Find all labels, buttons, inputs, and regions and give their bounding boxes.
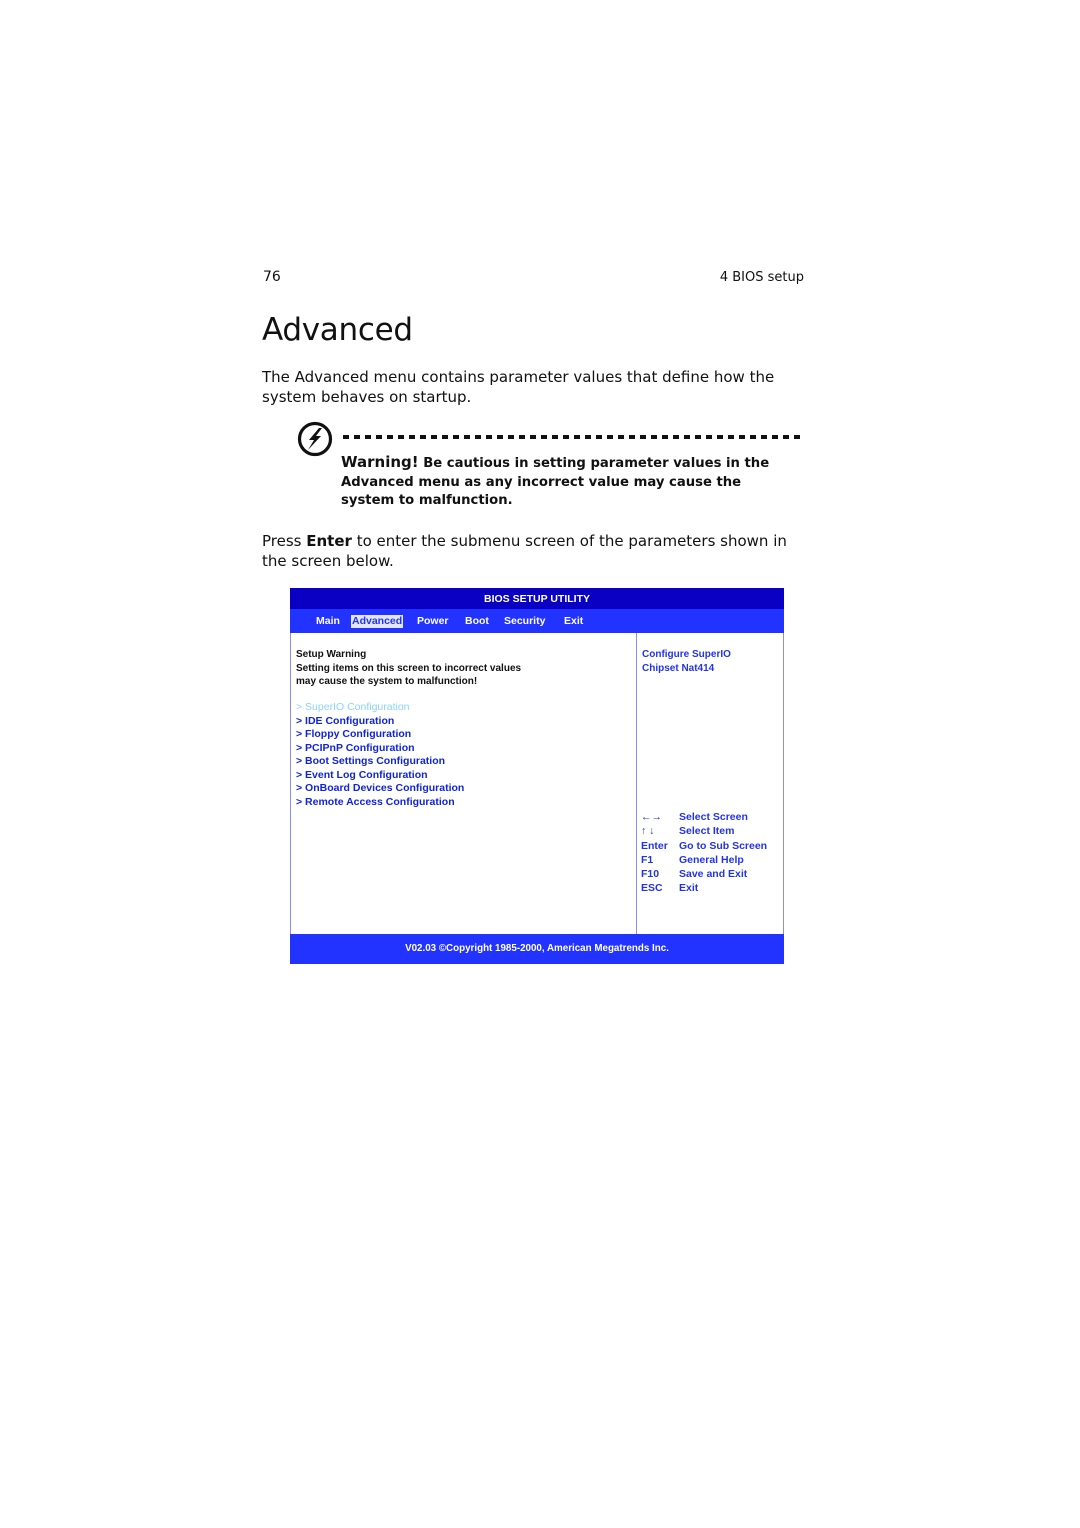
menu-item-superio[interactable]: > SuperIO Configuration <box>296 701 464 715</box>
menu-item-onboard-devices[interactable]: > OnBoard Devices Configuration <box>296 782 464 796</box>
key-action: Save and Exit <box>679 868 748 881</box>
key-action: Select Item <box>679 825 735 838</box>
key-action: Exit <box>679 882 699 895</box>
bios-column-divider <box>636 633 637 934</box>
press-pre: Press <box>262 532 307 550</box>
menu-item-remote-access[interactable]: > Remote Access Configuration <box>296 796 464 810</box>
press-enter-instruction: Press Enter to enter the submenu screen … <box>262 531 807 571</box>
up-down-arrow-icon: ↑ ↓ <box>641 825 655 838</box>
enter-key-label: Enter <box>306 532 352 550</box>
key-legend-row: Enter Go to Sub Screen <box>641 839 767 853</box>
help-line: Chipset Nat414 <box>642 662 715 674</box>
warning-lead: Warning! <box>341 453 419 471</box>
page-number: 76 <box>263 269 281 285</box>
key-name: Enter <box>641 839 668 852</box>
intro-paragraph: The Advanced menu contains parameter val… <box>262 368 775 406</box>
lightning-warning-icon <box>297 421 333 457</box>
key-legend: ←→ Select Screen ↑ ↓ Select Item Enter G… <box>641 810 767 896</box>
item-help-text: Configure SuperIO Chipset Nat414 <box>642 648 731 675</box>
key-legend-row: ←→ Select Screen <box>641 810 767 824</box>
setup-warning-line: Setting items on this screen to incorrec… <box>296 662 522 674</box>
tab-main[interactable]: Main <box>315 615 341 628</box>
key-legend-row: ↑ ↓ Select Item <box>641 824 767 838</box>
key-name: ESC <box>641 882 663 895</box>
menu-item-floppy[interactable]: > Floppy Configuration <box>296 728 464 742</box>
section-title: Advanced <box>262 312 413 348</box>
help-line: Configure SuperIO <box>642 649 731 660</box>
tab-power[interactable]: Power <box>416 615 450 628</box>
warning-note: Warning! Be cautious in setting paramete… <box>341 453 791 511</box>
tab-exit[interactable]: Exit <box>563 615 584 628</box>
menu-item-pcipnp[interactable]: > PCIPnP Configuration <box>296 742 464 756</box>
menu-item-ide[interactable]: > IDE Configuration <box>296 715 464 729</box>
setup-warning-line: may cause the system to malfunction! <box>296 676 478 687</box>
key-legend-row: ESC Exit <box>641 881 767 895</box>
dotted-rule <box>343 435 803 439</box>
tab-advanced[interactable]: Advanced <box>351 615 404 628</box>
bios-setup-screen: BIOS SETUP UTILITY Main Advanced Power B… <box>290 588 784 964</box>
left-right-arrow-icon: ←→ <box>641 811 662 823</box>
key-action: Select Screen <box>679 811 748 823</box>
setup-warning: Setup Warning Setting items on this scre… <box>296 648 521 689</box>
setup-warning-heading: Setup Warning <box>296 649 367 660</box>
tab-boot[interactable]: Boot <box>464 615 490 628</box>
key-action: Go to Sub Screen <box>679 839 768 852</box>
menu-item-boot-settings[interactable]: > Boot Settings Configuration <box>296 755 464 769</box>
key-action: General Help <box>679 853 744 866</box>
bios-copyright-footer: V02.03 ©Copyright 1985-2000, American Me… <box>290 934 784 964</box>
advanced-menu-list: > SuperIO Configuration > IDE Configurat… <box>296 701 464 809</box>
tab-security[interactable]: Security <box>503 615 546 628</box>
key-legend-row: F10 Save and Exit <box>641 867 767 881</box>
menu-item-event-log[interactable]: > Event Log Configuration <box>296 769 464 783</box>
running-header: 4 BIOS setup <box>719 270 804 285</box>
bios-title-bar: BIOS SETUP UTILITY <box>290 588 784 609</box>
key-legend-row: F1 General Help <box>641 853 767 867</box>
key-name: F1 <box>641 853 654 866</box>
key-name: F10 <box>641 868 660 881</box>
bios-tab-bar: Main Advanced Power Boot Security Exit <box>290 609 784 633</box>
